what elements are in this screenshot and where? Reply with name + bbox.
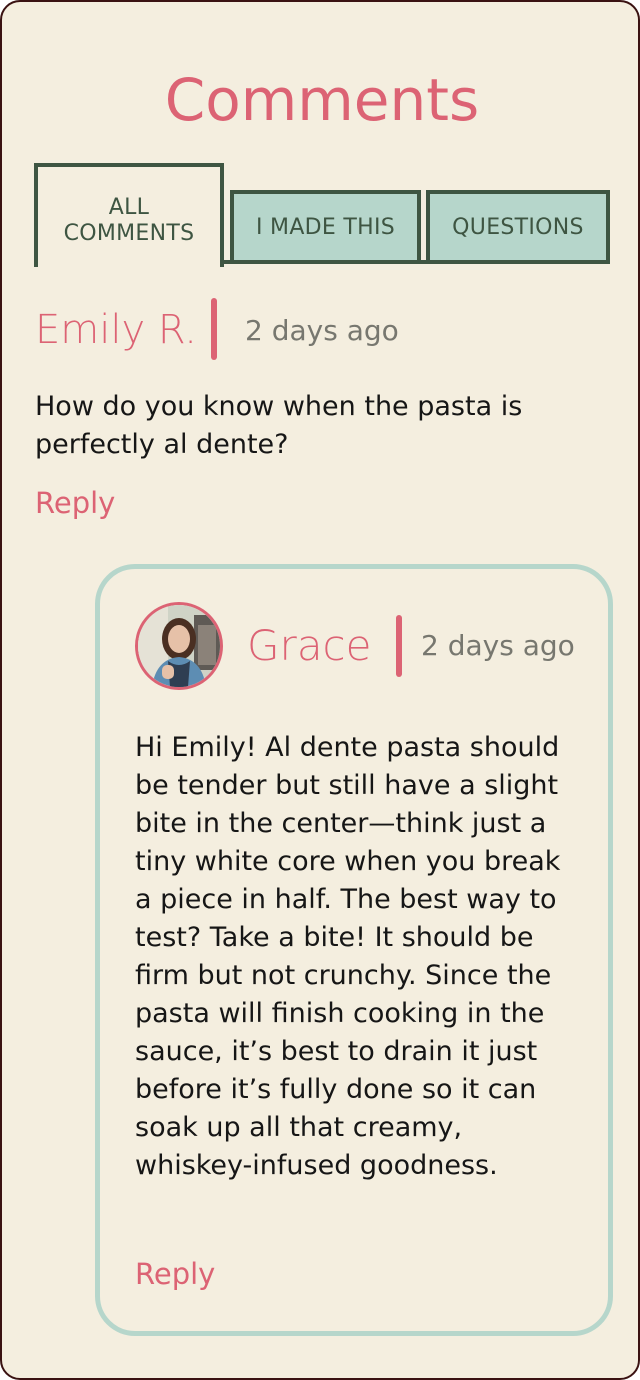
reply-divider (396, 615, 402, 677)
tab-i-made-this-label: I MADE THIS (255, 214, 396, 240)
tab-all-comments[interactable]: ALL COMMENTS (34, 163, 224, 267)
comments-panel: Comments ALL COMMENTS I MADE THIS QUESTI… (0, 0, 640, 1380)
tab-all-comments-label-line1: ALL (108, 195, 150, 220)
tab-i-made-this[interactable]: I MADE THIS (230, 190, 421, 264)
tab-underline-divider (224, 260, 610, 264)
comment-divider (211, 298, 217, 360)
reply-text: Hi Emily! Al dente pasta should be tende… (135, 732, 561, 1181)
reply-reply-link[interactable]: Reply (135, 1257, 215, 1291)
page-title: Comments (164, 66, 480, 134)
comment-reply-link[interactable]: Reply (35, 486, 115, 520)
comment-author: Emily R. (35, 307, 197, 353)
avatar (135, 602, 223, 690)
tab-questions-label: QUESTIONS (452, 214, 584, 240)
comment-text: How do you know when the pasta is perfec… (35, 391, 523, 460)
tab-questions[interactable]: QUESTIONS (426, 190, 610, 264)
reply-author: Grace (247, 621, 372, 670)
comment-timestamp: 2 days ago (245, 314, 399, 347)
reply-timestamp: 2 days ago (421, 629, 575, 662)
user-photo-avatar-icon (138, 605, 220, 687)
tab-all-comments-label-line2: COMMENTS (63, 221, 195, 246)
